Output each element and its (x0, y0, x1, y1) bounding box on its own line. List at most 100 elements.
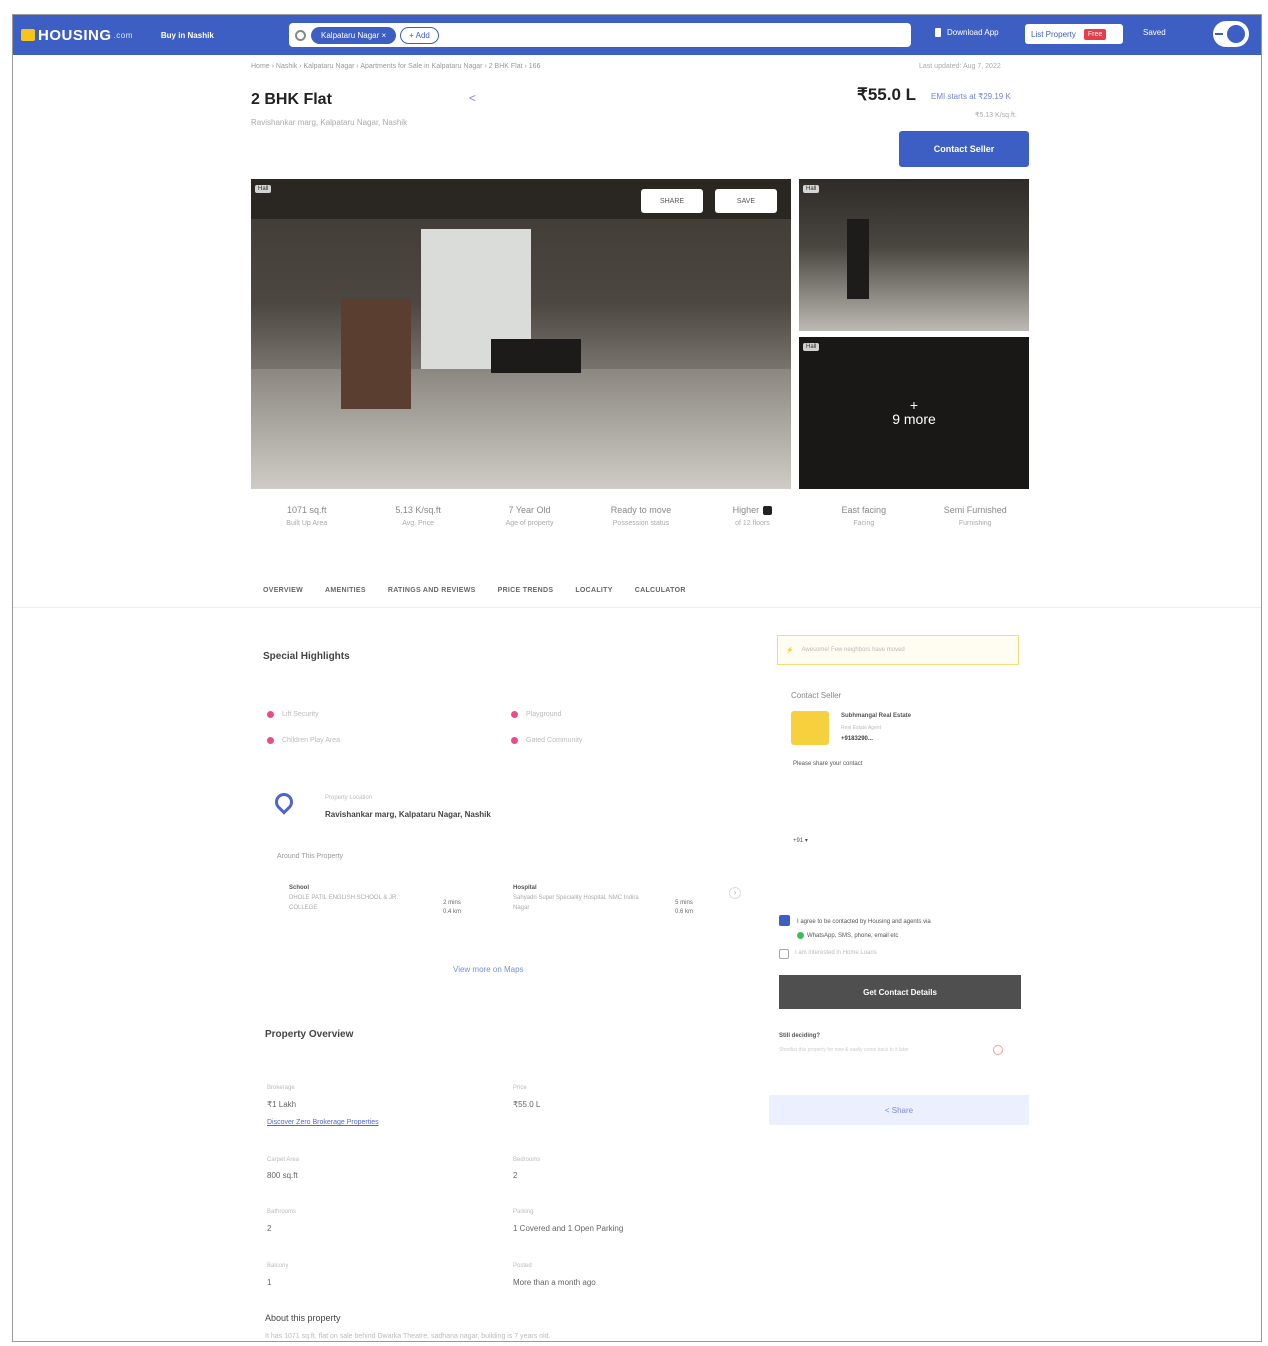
photo-tag: Hall (803, 185, 820, 193)
agree-checkbox[interactable] (779, 915, 790, 926)
location-address: Ravishankar marg, Kalpataru Nagar, Nashi… (325, 810, 491, 819)
overview-value: 2 (513, 1171, 518, 1180)
stat-age: 7 Year Old Age of property (505, 505, 554, 527)
zero-brokerage-link[interactable]: Discover Zero Brokerage Properties (267, 1119, 379, 1126)
highlight-item: Gated Community (511, 737, 582, 744)
listing-address: Ravishankar marg, Kalpataru Nagar, Nashi… (251, 118, 408, 127)
browser-viewport: HOUSING .com Buy in Nashik Kalpataru Nag… (12, 14, 1262, 1342)
highlights-title: Special Highlights (263, 651, 350, 662)
overview-title: Property Overview (265, 1029, 354, 1040)
overview-value: ₹55.0 L (513, 1100, 541, 1109)
highlight-item: Children Play Area (267, 737, 340, 744)
photo-tag: Hall (255, 185, 272, 193)
about-text: It has 1071 sq.ft. flat on sale behind D… (265, 1333, 551, 1340)
tab-overview[interactable]: OVERVIEW (263, 587, 303, 594)
tab-locality[interactable]: LOCALITY (575, 587, 612, 594)
home-loan-checkbox[interactable] (779, 949, 789, 959)
overview-label: Carpet Area (267, 1157, 300, 1163)
whatsapp-icon (797, 931, 804, 939)
overview-value: 1 (267, 1278, 272, 1287)
highlight-icon (267, 737, 274, 744)
close-icon[interactable]: × (382, 31, 387, 40)
stat-floor: Higher of 12 floors (697, 505, 808, 529)
emi-link[interactable]: EMI starts at ₹29.19 K (931, 92, 1011, 101)
section-tabs: OVERVIEW AMENITIES RATINGS AND REVIEWS P… (263, 587, 686, 594)
heart-icon[interactable] (993, 1045, 1003, 1055)
overview-label: Bedrooms (513, 1157, 541, 1163)
profile-menu[interactable] (1213, 21, 1249, 47)
stat-possession: Ready to move Possession status (610, 505, 672, 527)
buy-city-dropdown[interactable]: Buy in Nashik (161, 31, 214, 40)
highlight-item: Lift Security (267, 711, 319, 718)
housing-logo[interactable]: HOUSING .com (21, 27, 133, 44)
highlight-icon (511, 711, 518, 718)
photo-figure (847, 219, 869, 299)
get-contact-details-button[interactable]: Get Contact Details (779, 975, 1021, 1009)
overview-value: 800 sq.ft (267, 1171, 298, 1180)
tab-price-trends[interactable]: PRICE TRENDS (498, 587, 554, 594)
stat-facing: East facing Facing (841, 505, 887, 527)
photo-share-button[interactable]: SHARE (641, 189, 703, 213)
photo-floor (251, 369, 791, 489)
overview-label: Brokerage (267, 1085, 295, 1091)
floor-info-icon[interactable] (763, 506, 773, 516)
highlight-item: Playground (511, 711, 561, 718)
location-pin-icon (271, 789, 297, 815)
home-loan-label: I am interested in Home Loans (795, 950, 877, 956)
tab-ratings[interactable]: RATINGS AND REVIEWS (388, 587, 476, 594)
country-code-select[interactable]: +91 ▾ (793, 837, 808, 844)
add-locality-button[interactable]: + Add (400, 26, 439, 44)
tab-amenities[interactable]: AMENITIES (325, 587, 366, 594)
download-app-link[interactable]: Download App (935, 28, 999, 37)
share-icon[interactable]: < (469, 91, 476, 105)
photo-save-button[interactable]: SAVE (715, 189, 777, 213)
highlight-icon (511, 737, 518, 744)
view-on-maps-link[interactable]: View more on Maps (453, 965, 524, 974)
menu-icon (1215, 33, 1223, 35)
share-button[interactable]: < Share (769, 1095, 1029, 1125)
top-nav: HOUSING .com Buy in Nashik Kalpataru Nag… (13, 15, 1261, 55)
search-icon (295, 29, 306, 41)
highlight-icon (267, 711, 274, 718)
main-photo[interactable]: Hall SHARE SAVE (251, 179, 791, 489)
seller-role: Real Estate Agent (841, 725, 882, 731)
seller-phone: +9183290... (841, 736, 873, 742)
locality-chip[interactable]: Kalpataru Nagar × (311, 26, 397, 44)
seller-name: Subhmangal Real Estate (841, 713, 912, 719)
overview-value: ₹1 Lakh (267, 1100, 297, 1109)
property-stats: 1071 sq.ft Built Up Area 5.13 K/sq.ft Avg.… (251, 505, 1031, 529)
side-photo-1[interactable]: Hall (799, 179, 1029, 331)
poi-school[interactable]: School DHOLE PATIL ENGLISH SCHOOL & JR. … (289, 883, 419, 913)
chevron-right-icon[interactable]: › (729, 887, 741, 899)
more-photos-label: 9 more (892, 411, 936, 427)
seller-avatar (791, 711, 829, 745)
poi-hospital-distance: 5 mins 0.6 km (675, 900, 694, 915)
tab-calculator[interactable]: CALCULATOR (635, 587, 686, 594)
last-updated: Last updated: Aug 7, 2022 (919, 63, 1001, 70)
around-title: Around This Property (277, 853, 344, 860)
more-photos-overlay[interactable]: + 9 more (799, 337, 1029, 489)
location-label: Property Location (325, 795, 373, 801)
search-bar[interactable]: Kalpataru Nagar × + Add (289, 23, 911, 47)
share-contact-label: Please share your contact (793, 761, 863, 767)
contact-seller-button[interactable]: Contact Seller (899, 131, 1029, 167)
free-badge: Free (1083, 28, 1107, 40)
stat-area: 1071 sq.ft Built Up Area (286, 505, 328, 527)
share-icon: < (884, 1105, 892, 1115)
overview-label: Bathrooms (267, 1209, 297, 1215)
overview-value: 1 Covered and 1 Open Parking (513, 1224, 624, 1233)
photo-ceiling (251, 179, 791, 219)
list-property-button[interactable]: List Property Free (1025, 24, 1123, 44)
saved-link[interactable]: Saved (1143, 28, 1166, 37)
side-photo-2[interactable]: Hall + 9 more (799, 337, 1029, 489)
stat-avg-price: 5.13 K/sq.ft Avg. Price (395, 505, 441, 527)
price-per-sqft: ₹5.13 K/sq.ft. (975, 112, 1017, 119)
overview-label: Parking (513, 1209, 534, 1215)
poi-hospital[interactable]: Hospital Sahyadri Super Speciality Hospi… (513, 883, 653, 913)
agree-text: I agree to be contacted by Housing and a… (797, 919, 931, 939)
overview-label: Posted (513, 1263, 532, 1269)
breadcrumb[interactable]: Home › Nashik › Kalpataru Nagar › Apartm… (251, 63, 540, 70)
logo-icon (21, 29, 35, 41)
contact-seller-title: Contact Seller (791, 691, 842, 700)
overview-value: 2 (267, 1224, 272, 1233)
